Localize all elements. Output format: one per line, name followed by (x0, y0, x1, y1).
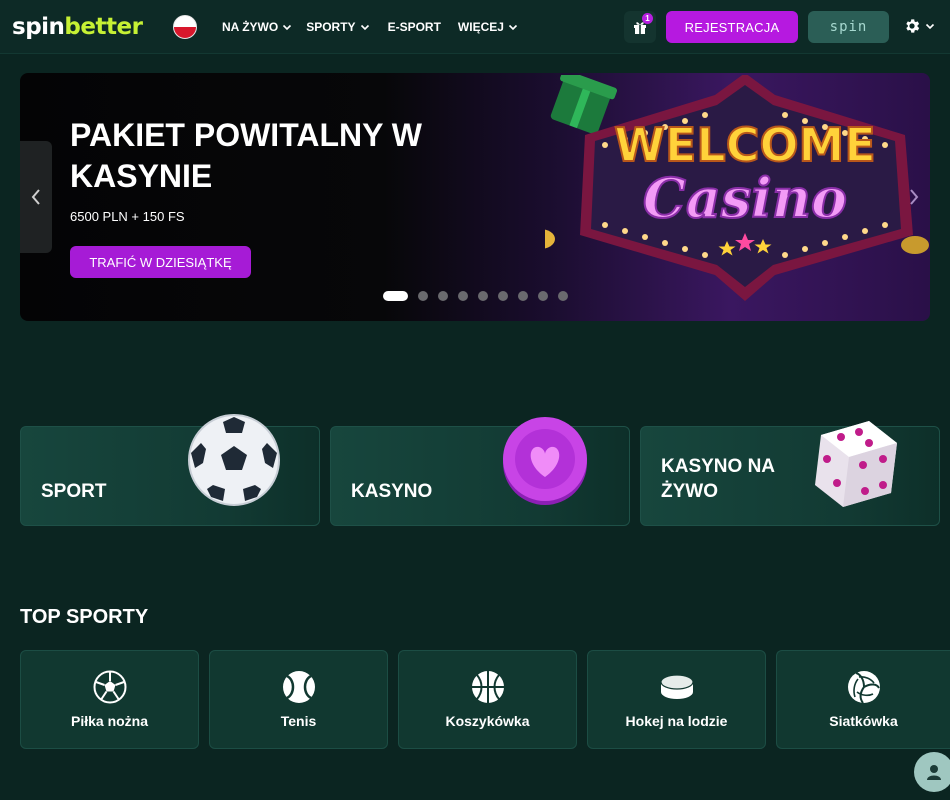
nav-live-label: NA ŻYWO (222, 20, 279, 34)
football-icon (93, 670, 126, 704)
promo-banner[interactable]: WELCOME Casino PAKIET POWITALNY W KASYNI… (20, 73, 930, 321)
sport-card-tennis[interactable]: Tenis (209, 650, 388, 749)
banner-subtitle: 6500 PLN + 150 FS (70, 209, 185, 224)
slide-dot[interactable] (383, 291, 408, 301)
banner-pagination (383, 291, 568, 301)
sport-label: Hokej na lodzie (625, 713, 728, 729)
slide-dot[interactable] (518, 291, 528, 301)
category-label: KASYNO (351, 481, 433, 502)
category-label: SPORT (41, 481, 107, 502)
top-header: spin better NA ŻYWO SPORTY E-SPORT WIĘCEJ… (0, 0, 950, 54)
banner-title: PAKIET POWITALNY W KASYNIE (70, 117, 422, 194)
support-agent-icon (927, 765, 941, 780)
nav-more[interactable]: WIĘCEJ (458, 18, 518, 36)
chevron-right-icon (910, 189, 919, 205)
sport-label: Tenis (280, 713, 317, 729)
login-button[interactable]: spin (808, 11, 889, 43)
nav-esport-label: E-SPORT (387, 20, 441, 34)
sign-casino-text: Casino (643, 166, 847, 230)
gear-icon (906, 19, 920, 33)
soccer-ball-icon (188, 414, 280, 506)
top-sports-title: TOP SPORTY (20, 606, 149, 628)
sport-label: Piłka nożna (70, 713, 149, 729)
banner-prev-button[interactable] (20, 141, 52, 253)
sign-welcome-text: WELCOME (614, 118, 876, 172)
chevron-down-icon (508, 24, 517, 31)
chevron-down-icon (925, 23, 935, 30)
chevron-down-icon (360, 24, 369, 31)
sport-label: Siatkówka (829, 713, 898, 729)
slide-dot[interactable] (538, 291, 548, 301)
category-card-casino[interactable]: KASYNO (330, 417, 630, 526)
slide-dot[interactable] (438, 291, 448, 301)
banner-next-button[interactable] (898, 141, 930, 253)
nav-esport[interactable]: E-SPORT (388, 18, 441, 36)
chevron-down-icon (283, 24, 292, 31)
nav-sports[interactable]: SPORTY (306, 18, 369, 36)
banner-cta-button[interactable]: TRAFIĆ W DZIESIĄTKĘ (70, 246, 251, 278)
sport-card-ice-hockey[interactable]: Hokej na lodzie (587, 650, 766, 749)
spinbetter-logo[interactable]: spin better (12, 13, 143, 41)
slide-dot[interactable] (478, 291, 488, 301)
casino-chip-icon (503, 417, 587, 505)
nav-sports-label: SPORTY (306, 20, 356, 34)
logo-text-spin: spin (12, 14, 65, 40)
dice-icon (815, 421, 897, 507)
language-flag-poland-icon[interactable] (173, 15, 197, 39)
sport-label: Koszykówka (445, 713, 530, 729)
category-card-sport[interactable]: SPORT (20, 414, 320, 526)
tennis-icon (282, 671, 315, 703)
chevron-left-icon (31, 189, 40, 205)
welcome-casino-sign-image: WELCOME Casino (545, 75, 929, 301)
category-label: KASYNO NA ŻYWO (661, 456, 775, 502)
main-nav: NA ŻYWO SPORTY E-SPORT WIĘCEJ (222, 18, 518, 36)
gift-count-badge: 1 (642, 13, 653, 24)
sport-card-volleyball[interactable]: Siatkówka (776, 650, 950, 749)
sport-card-basketball[interactable]: Koszykówka (398, 650, 577, 749)
slide-dot[interactable] (458, 291, 468, 301)
settings-menu[interactable] (903, 17, 935, 35)
slide-dot[interactable] (498, 291, 508, 301)
support-chat-button[interactable] (914, 752, 950, 792)
sport-card-football[interactable]: Piłka nożna (20, 650, 199, 749)
basketball-icon (471, 671, 504, 703)
ice-hockey-icon (659, 674, 694, 699)
logo-text-better: better (64, 14, 143, 40)
volleyball-icon (847, 671, 880, 704)
category-card-live-casino[interactable]: KASYNO NA ŻYWO (640, 421, 940, 526)
nav-more-label: WIĘCEJ (457, 20, 504, 34)
slide-dot[interactable] (558, 291, 568, 301)
login-button-label: spin (829, 19, 868, 35)
register-button[interactable]: REJESTRACJA (666, 11, 798, 43)
bonus-gift-button[interactable]: 1 (624, 11, 656, 43)
nav-live[interactable]: NA ŻYWO (222, 18, 292, 36)
slide-dot[interactable] (418, 291, 428, 301)
